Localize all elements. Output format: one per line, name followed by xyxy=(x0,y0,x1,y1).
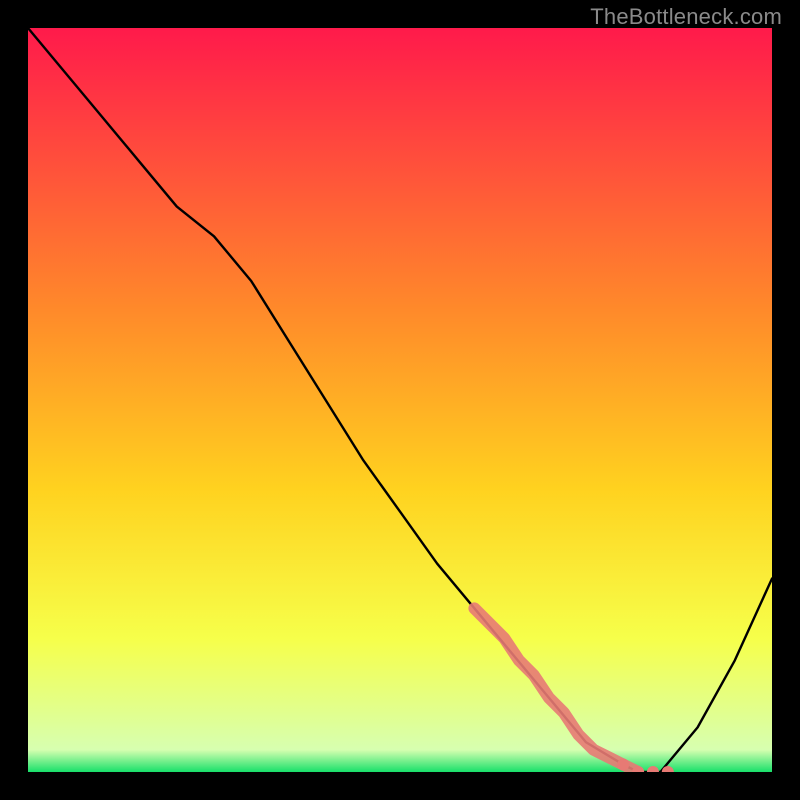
watermark-text: TheBottleneck.com xyxy=(590,4,782,30)
plot-svg xyxy=(28,28,772,772)
plot-area xyxy=(28,28,772,772)
gradient-background xyxy=(28,28,772,772)
highlight-dot xyxy=(617,759,629,771)
chart-frame: TheBottleneck.com xyxy=(0,0,800,800)
